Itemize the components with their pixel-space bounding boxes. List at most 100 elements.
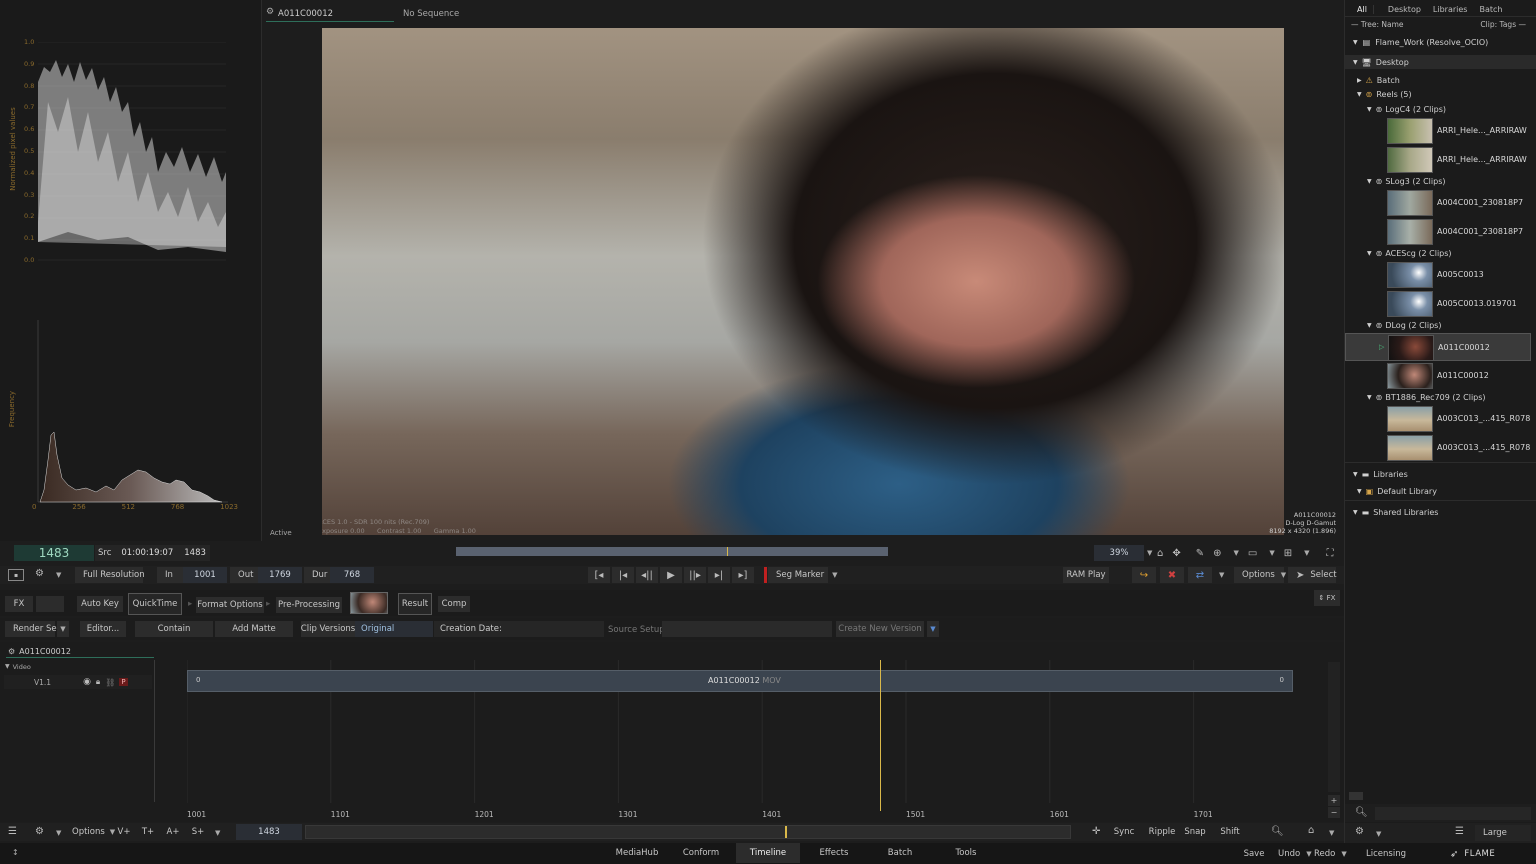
clip-thumbnail[interactable] xyxy=(1387,147,1433,173)
project-row[interactable]: ▼ ▤ Flame_Work (Resolve_OCIO) xyxy=(1353,35,1488,49)
reel-group-row[interactable]: ▼ ⊚ BT1886_Rec709 (2 Clips) xyxy=(1367,390,1486,404)
bottom-options-button[interactable]: Options ▼ xyxy=(64,824,115,840)
video-track-group[interactable]: ▼ Video xyxy=(5,662,31,671)
timeline-playhead[interactable] xyxy=(880,660,881,811)
zoom-field[interactable]: 39% xyxy=(1094,545,1144,561)
track-add-dropdown-icon[interactable]: ▼ xyxy=(215,829,220,837)
mini-scrub-playhead[interactable] xyxy=(785,826,787,838)
zoom-out-icon[interactable]: − xyxy=(1328,807,1340,818)
fx-toggle-button[interactable]: ⇕ FX xyxy=(1314,590,1340,606)
monitor-icon[interactable]: ▪ xyxy=(8,569,24,581)
goto-end-icon[interactable]: ▸| xyxy=(708,567,730,583)
reel-group-row[interactable]: ▼ ⊚ DLog (2 Clips) xyxy=(1367,318,1441,332)
clip-item[interactable]: A004C001_230818P7 xyxy=(1345,218,1531,246)
create-version-dropdown-icon[interactable]: ▼ xyxy=(927,621,939,637)
display-dropdown-icon[interactable]: ▼ xyxy=(1269,549,1274,557)
default-library-row[interactable]: ▼ ▣ Default Library xyxy=(1357,484,1437,498)
clip-item[interactable]: ▷ A011C00012 xyxy=(1345,333,1531,361)
clip-item[interactable]: A005C0013 xyxy=(1345,261,1531,289)
settings-dropdown-icon[interactable]: ▼ xyxy=(56,571,61,579)
goto-start-icon[interactable]: |◂ xyxy=(612,567,634,583)
library-tab-desktop[interactable]: Desktop xyxy=(1382,5,1427,14)
clip-versions-select[interactable]: Original xyxy=(355,621,433,637)
zoom-in-icon[interactable]: + xyxy=(1328,795,1340,806)
timeline-home-dropdown-icon[interactable]: ▼ xyxy=(1329,829,1334,837)
home-icon[interactable]: ⌂ xyxy=(1157,548,1163,559)
clip-item[interactable]: A003C013_...415_R078 xyxy=(1345,434,1531,462)
add-text-track-button[interactable]: T+ xyxy=(138,824,158,840)
clip-item[interactable]: ARRI_Hele..._ARRIRAW xyxy=(1345,117,1531,145)
undo-button[interactable]: Undo ▼ xyxy=(1270,846,1312,862)
crosshair-icon[interactable]: ⊕ xyxy=(1213,548,1221,559)
clip-thumbnail[interactable] xyxy=(1387,291,1433,317)
render-sel-button[interactable]: Render Sel xyxy=(5,621,59,637)
redo-button[interactable]: Redo ▼ xyxy=(1306,846,1347,862)
swap-icon[interactable]: ⇄ xyxy=(1188,567,1212,583)
out-value[interactable]: 1769 xyxy=(258,567,302,583)
settings-gear-icon[interactable]: ⚙ xyxy=(35,568,44,579)
clip-thumbnail[interactable] xyxy=(1387,262,1433,288)
sync-button[interactable]: Sync xyxy=(1110,824,1138,840)
bottom-frame-field[interactable]: 1483 xyxy=(236,824,302,840)
snap-button[interactable]: Snap xyxy=(1180,824,1210,840)
format-options-node[interactable]: Format Options xyxy=(196,597,264,613)
contain-button[interactable]: Contain xyxy=(135,621,213,637)
timeline-home-icon[interactable]: ⌂ xyxy=(1308,825,1314,836)
library-tab-all[interactable]: All xyxy=(1351,4,1374,14)
overlay-dropdown-icon[interactable]: ▼ xyxy=(1304,549,1309,557)
fx-thumbnail-button[interactable] xyxy=(36,596,64,612)
pan-icon[interactable]: ✥ xyxy=(1172,548,1180,559)
clip-tags-sort[interactable]: Clip: Tags — xyxy=(1480,20,1526,29)
tab-bar-expand-icon[interactable]: ↕ xyxy=(12,848,19,857)
seg-marker-button[interactable]: Seg Marker ▼ xyxy=(768,567,838,583)
library-gear-dropdown-icon[interactable]: ▼ xyxy=(1376,830,1381,838)
fx-button[interactable]: FX xyxy=(5,596,33,612)
goto-out-icon[interactable]: ▸] xyxy=(732,567,754,583)
select-tool-button[interactable]: ➤ Select xyxy=(1288,567,1337,583)
tab-timeline[interactable]: Timeline xyxy=(736,843,800,863)
in-label[interactable]: In xyxy=(157,567,183,583)
track-header-v1[interactable]: V1.1 ◉ 🔒︎ ⛓ P xyxy=(4,675,152,689)
crosshair-dropdown-icon[interactable]: ▼ xyxy=(1234,549,1239,557)
licensing-button[interactable]: Licensing xyxy=(1360,846,1412,862)
track-primary-badge[interactable]: P xyxy=(119,678,128,686)
scrub-playhead[interactable] xyxy=(727,547,728,556)
frame-counter[interactable]: 1483 xyxy=(14,545,94,561)
add-sub-track-button[interactable]: S+ xyxy=(188,824,208,840)
list-view-icon[interactable]: ☰ xyxy=(1455,826,1464,837)
eye-icon[interactable]: ◉ xyxy=(83,677,91,687)
quicktime-node[interactable]: QuickTime xyxy=(128,593,182,615)
library-search-input[interactable] xyxy=(1375,807,1531,820)
library-scrollbar[interactable] xyxy=(1349,792,1363,800)
auto-key-button[interactable]: Auto Key xyxy=(77,596,123,612)
goto-in-icon[interactable]: [◂ xyxy=(588,567,610,583)
ram-play-button[interactable]: RAM Play xyxy=(1063,567,1109,583)
reels-row[interactable]: ▼ ⊚ Reels (5) xyxy=(1357,87,1412,101)
timeline-ruler[interactable]: 1001 1101 1201 1301 1401 1501 1601 1701 xyxy=(187,809,1327,821)
source-setup-field[interactable] xyxy=(662,621,832,637)
result-thumbnail[interactable] xyxy=(350,592,388,614)
lock-icon[interactable]: 🔒︎ xyxy=(96,677,100,687)
tab-mediahub[interactable]: MediaHub xyxy=(608,843,666,863)
tree-name-sort[interactable]: — Tree: Name xyxy=(1351,20,1404,29)
options-button[interactable]: Options ▼ xyxy=(1234,567,1286,583)
timeline-vscroll[interactable] xyxy=(1328,662,1340,792)
zoom-dropdown-icon[interactable]: ▼ xyxy=(1147,549,1152,557)
edit-tools-dropdown-icon[interactable]: ▼ xyxy=(1219,571,1224,579)
timeline-segment[interactable]: 0 A011C00012 MOV 0 xyxy=(187,670,1293,692)
reel-group-row[interactable]: ▼ ⊚ LogC4 (2 Clips) xyxy=(1367,102,1446,116)
tab-tools[interactable]: Tools xyxy=(932,843,1000,863)
desktop-row[interactable]: ▼ 🖥︎ Desktop xyxy=(1345,55,1536,69)
toolbar-gear-icon[interactable]: ⚙ xyxy=(35,826,44,837)
clip-item[interactable]: ARRI_Hele..._ARRIRAW xyxy=(1345,146,1531,174)
overlay-icon[interactable]: ⊞ xyxy=(1284,548,1292,559)
create-new-version-button[interactable]: Create New Version xyxy=(836,621,924,637)
viewer-image[interactable]: Active ACES 1.0 - SDR 100 nits (Rec.709)… xyxy=(322,28,1284,535)
result-node[interactable]: Result xyxy=(398,593,432,615)
library-tab-batch[interactable]: Batch xyxy=(1473,5,1508,14)
dur-label[interactable]: Dur xyxy=(304,567,330,583)
step-back-icon[interactable]: ◂|| xyxy=(636,567,658,583)
library-tab-libraries[interactable]: Libraries xyxy=(1427,5,1474,14)
editor-button[interactable]: Editor... xyxy=(80,621,126,637)
pre-processing-node[interactable]: Pre-Processing xyxy=(276,597,342,613)
